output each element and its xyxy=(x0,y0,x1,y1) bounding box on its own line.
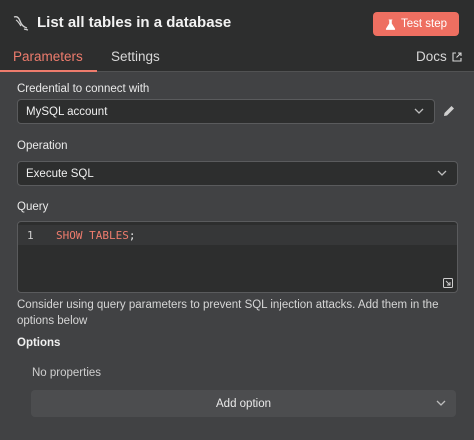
active-tab-indicator xyxy=(0,70,97,72)
add-option-label: Add option xyxy=(216,397,271,410)
options-heading: Options xyxy=(17,337,61,349)
no-properties-text: No properties xyxy=(32,367,102,379)
chevron-down-icon xyxy=(436,400,446,406)
docs-label: Docs xyxy=(416,49,447,64)
external-link-icon xyxy=(452,51,462,62)
sql-editor[interactable]: 1 SHOW TABLES; xyxy=(17,221,458,293)
sql-keyword: SHOW TABLES xyxy=(56,229,129,242)
operation-value: Execute SQL xyxy=(26,167,94,180)
tab-settings[interactable]: Settings xyxy=(111,49,160,64)
expand-editor-icon[interactable] xyxy=(443,278,453,288)
database-node-icon xyxy=(13,16,29,31)
code-line[interactable]: SHOW TABLES; xyxy=(56,229,135,242)
test-step-button[interactable]: Test step xyxy=(373,12,459,36)
node-header: List all tables in a database Test step xyxy=(0,0,474,46)
query-label: Query xyxy=(17,201,49,213)
line-number: 1 xyxy=(27,229,34,242)
add-option-button[interactable]: Add option xyxy=(31,390,456,417)
sql-punctuation: ; xyxy=(128,229,136,242)
sql-injection-hint: Consider using query parameters to preve… xyxy=(17,299,439,327)
edit-credential-icon[interactable] xyxy=(442,104,456,118)
operation-label: Operation xyxy=(17,140,68,152)
node-title: List all tables in a database xyxy=(37,14,232,31)
flask-icon xyxy=(385,19,396,30)
credential-label: Credential to connect with xyxy=(17,83,150,95)
docs-link[interactable]: Docs xyxy=(416,49,462,64)
credential-select[interactable]: MySQL account xyxy=(17,99,435,124)
chevron-down-icon xyxy=(414,108,424,114)
chevron-down-icon xyxy=(437,170,447,176)
operation-select[interactable]: Execute SQL xyxy=(17,161,458,186)
test-step-label: Test step xyxy=(400,18,448,30)
credential-value: MySQL account xyxy=(26,105,108,118)
tab-bar: Parameters Settings Docs xyxy=(0,46,474,72)
tab-parameters[interactable]: Parameters xyxy=(13,49,83,64)
